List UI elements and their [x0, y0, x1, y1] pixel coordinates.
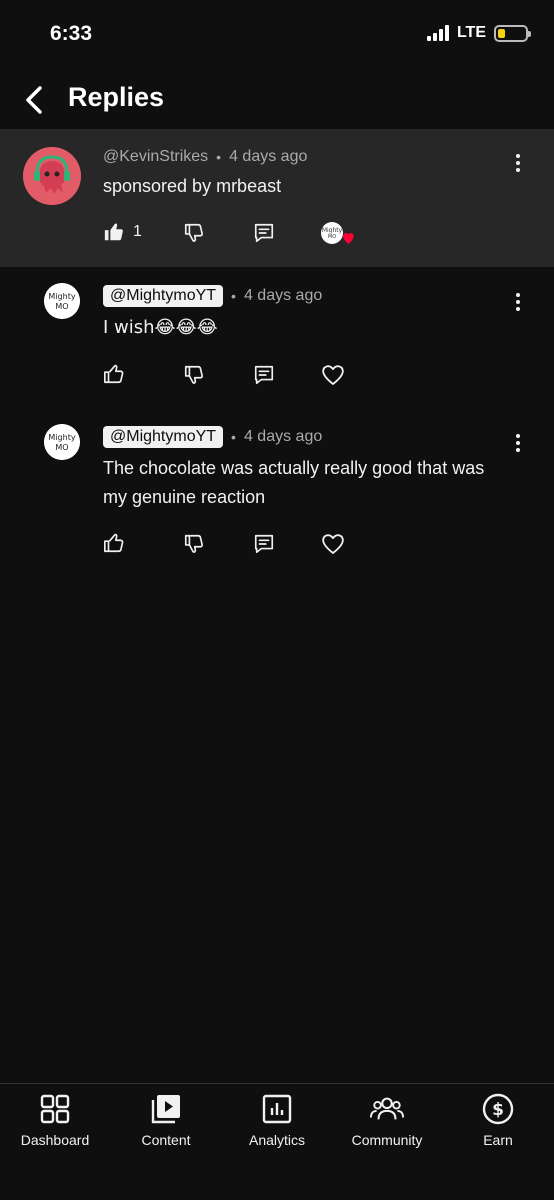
- meta-separator: •: [231, 429, 236, 445]
- nav-item-analytics[interactable]: Analytics: [222, 1092, 332, 1148]
- header: Replies: [0, 72, 554, 128]
- comment-meta: @KevinStrikes • 4 days ago: [103, 148, 307, 166]
- avatar[interactable]: [23, 147, 81, 205]
- avatar[interactable]: Mighty MO: [44, 283, 80, 319]
- like-count: 1: [133, 223, 142, 240]
- reply-comment: Mighty MO @MightymoYT • 4 days ago I wis…: [0, 268, 554, 408]
- avatar-octopus-icon: [23, 147, 81, 205]
- svg-text:Mighty: Mighty: [322, 227, 343, 234]
- comment-author[interactable]: @MightymoYT: [103, 285, 224, 307]
- svg-text:Mighty: Mighty: [48, 292, 75, 301]
- signal-icon: [426, 25, 449, 41]
- avatar-mightymo-icon: Mighty MO: [44, 283, 80, 319]
- nav-item-earn[interactable]: $ Earn: [443, 1092, 553, 1148]
- nav-item-community[interactable]: Community: [332, 1092, 442, 1148]
- thumbs-down-icon: [184, 365, 203, 384]
- nav-label: Content: [141, 1132, 191, 1148]
- avatar-mightymo-icon: Mighty MO: [44, 424, 80, 460]
- meta-separator: •: [231, 288, 236, 304]
- status-indicators: LTE: [426, 24, 531, 42]
- svg-text:$: $: [492, 1100, 504, 1120]
- reply-comment: Mighty MO @MightymoYT • 4 days ago The c…: [0, 409, 554, 569]
- back-button[interactable]: [18, 82, 50, 118]
- content-icon: [149, 1092, 183, 1126]
- comment-text: The chocolate was actually really good t…: [103, 458, 485, 507]
- creator-heart-icon: Mighty MO: [321, 222, 354, 244]
- reply-button[interactable]: [253, 364, 275, 386]
- comment-text: sponsored by mrbeast: [103, 176, 282, 196]
- comment-time: 4 days ago: [229, 148, 308, 165]
- reply-comment-icon: [254, 223, 274, 243]
- reply-button[interactable]: [253, 222, 275, 244]
- like-button[interactable]: 1: [103, 221, 142, 243]
- more-options-button[interactable]: [508, 429, 528, 457]
- comment-author[interactable]: @KevinStrikes: [103, 148, 208, 166]
- more-options-button[interactable]: [508, 149, 528, 177]
- analytics-icon: [260, 1092, 294, 1126]
- heart-outline-icon: [322, 365, 344, 385]
- comment-meta: @MightymoYT • 4 days ago: [103, 285, 322, 307]
- reply-button[interactable]: [253, 533, 275, 555]
- network-label: LTE: [456, 24, 486, 41]
- svg-text:MO: MO: [328, 234, 336, 240]
- dislike-button[interactable]: [183, 533, 205, 555]
- svg-text:MO: MO: [55, 443, 68, 452]
- thumbs-up-filled-icon: [104, 223, 123, 241]
- status-bar: 6:33 LTE: [0, 0, 554, 70]
- comment-time: 4 days ago: [243, 428, 323, 445]
- thumbs-down-icon: [184, 223, 203, 242]
- comment-author[interactable]: @MightymoYT: [103, 426, 224, 448]
- reply-comment-icon: [254, 534, 274, 554]
- creator-heart-button[interactable]: Mighty MO: [320, 221, 354, 249]
- heart-outline-icon: [322, 534, 344, 554]
- nav-item-content[interactable]: Content: [111, 1092, 221, 1148]
- parent-comment: @KevinStrikes • 4 days ago sponsored by …: [0, 129, 554, 267]
- dashboard-icon: [38, 1092, 72, 1126]
- comment-text: I wish😂😂😂: [103, 317, 218, 338]
- page-title: Replies: [68, 82, 165, 112]
- nav-label: Analytics: [248, 1132, 306, 1148]
- thumbs-up-icon: [104, 533, 124, 553]
- status-time: 6:33: [50, 22, 93, 45]
- nav-label: Dashboard: [20, 1132, 90, 1148]
- svg-text:MO: MO: [55, 302, 68, 311]
- avatar[interactable]: Mighty MO: [44, 424, 80, 460]
- dislike-button[interactable]: [183, 364, 205, 386]
- nav-item-dashboard[interactable]: Dashboard: [0, 1092, 110, 1148]
- chevron-left-icon: [26, 86, 42, 114]
- nav-label: Earn: [483, 1132, 513, 1148]
- bottom-nav: Dashboard Content Analytics Community $ …: [0, 1083, 554, 1200]
- like-button[interactable]: [103, 363, 125, 385]
- reply-comment-icon: [254, 365, 274, 385]
- comment-meta: @MightymoYT • 4 days ago: [103, 426, 322, 448]
- heart-button[interactable]: [321, 364, 345, 386]
- more-options-button[interactable]: [508, 288, 528, 316]
- svg-text:Mighty: Mighty: [48, 433, 75, 442]
- thumbs-down-icon: [184, 534, 203, 553]
- community-icon: [370, 1092, 404, 1126]
- comment-time: 4 days ago: [243, 287, 323, 304]
- heart-button[interactable]: [321, 533, 345, 555]
- earn-icon: $: [481, 1092, 515, 1126]
- battery-level: [498, 28, 505, 38]
- meta-separator: •: [216, 149, 222, 165]
- dislike-button[interactable]: [183, 222, 205, 244]
- thumbs-up-icon: [104, 364, 124, 384]
- battery-icon: [494, 24, 531, 42]
- like-button[interactable]: [103, 532, 125, 554]
- nav-label: Community: [351, 1132, 423, 1148]
